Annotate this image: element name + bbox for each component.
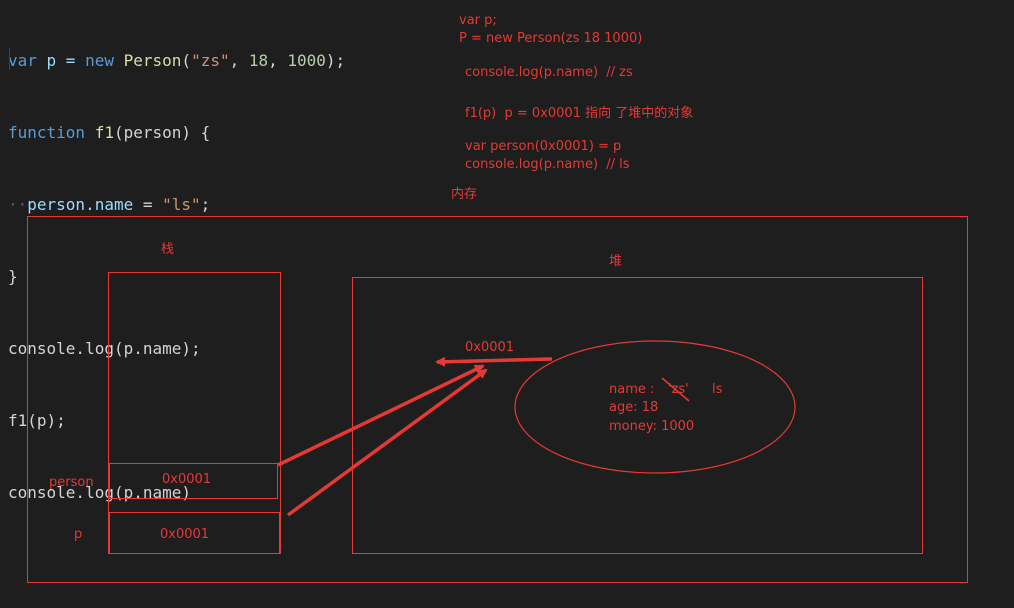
arrow-object-to-address xyxy=(435,356,553,367)
diagram-overlay xyxy=(277,340,796,517)
heap-object-ellipse xyxy=(514,340,796,474)
strike-old-name xyxy=(661,377,690,402)
arrow-person-to-object xyxy=(277,364,485,467)
arrow-p-to-object xyxy=(286,368,488,517)
